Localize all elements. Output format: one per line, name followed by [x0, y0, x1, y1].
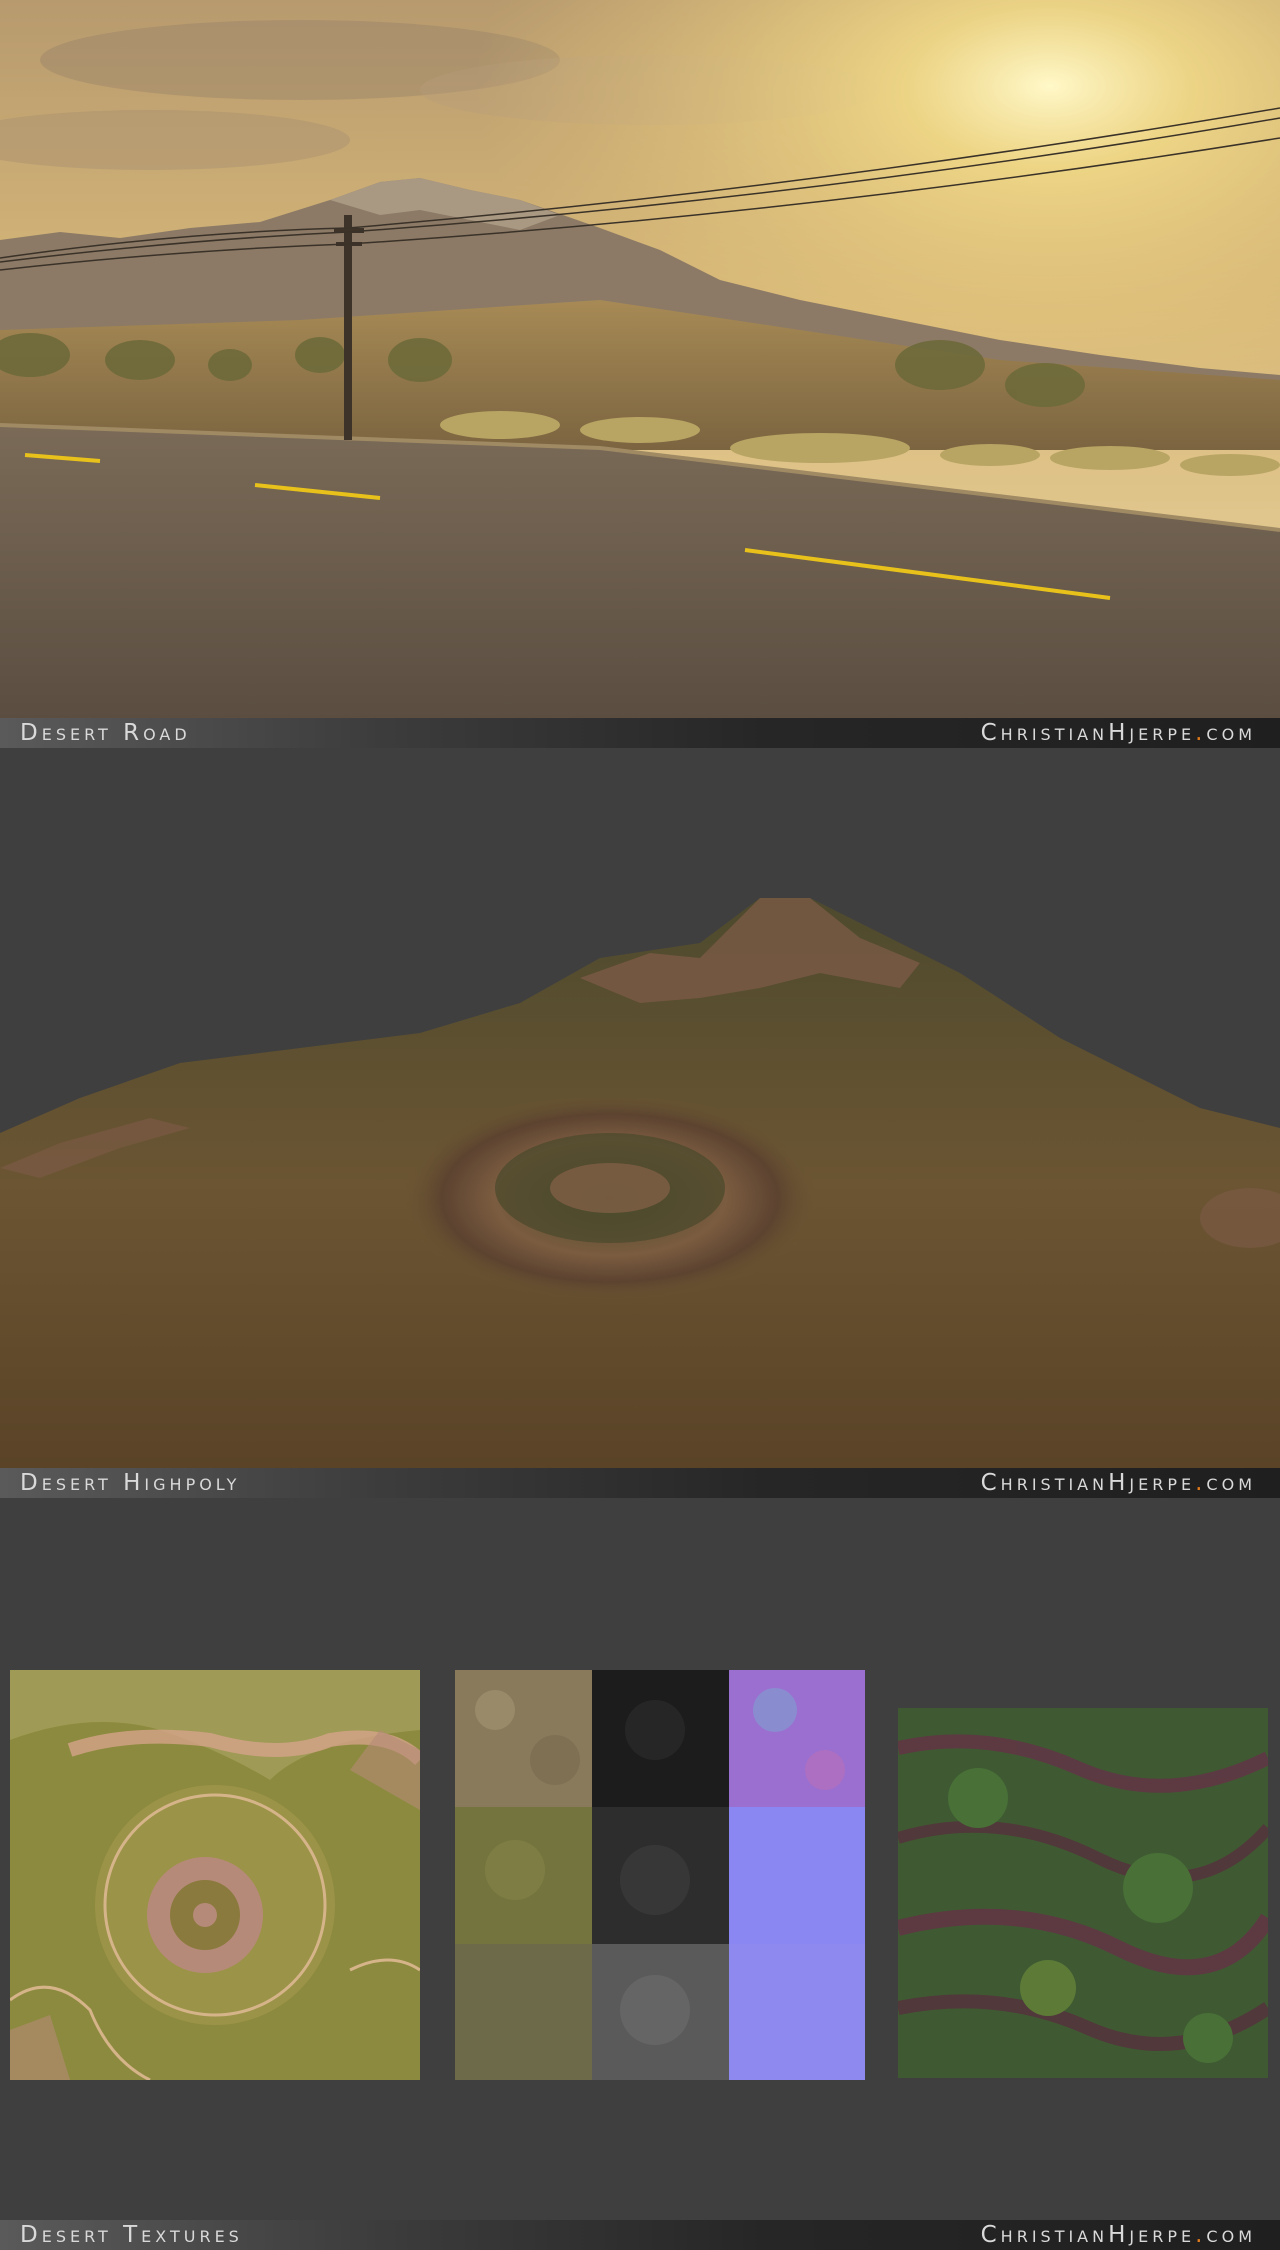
texture-tiles — [455, 1670, 865, 2080]
section-caption-bar: Desert Highpoly ChristianHjerpe.com — [0, 1468, 1280, 1498]
section-title: Desert Road — [20, 720, 191, 746]
site-watermark: ChristianHjerpe.com — [980, 1470, 1256, 1496]
section-caption-bar: Desert Textures ChristianHjerpe.com — [0, 2220, 1280, 2250]
site-watermark: ChristianHjerpe.com — [980, 720, 1256, 746]
terrain-colormap-texture — [10, 1670, 420, 2080]
desert-textures-panel — [0, 1498, 1280, 2220]
desert-road-render — [0, 0, 1280, 718]
texture-tile-grid — [455, 1670, 865, 2080]
highpoly-terrain-image — [0, 748, 1280, 1468]
desert-road-image — [0, 0, 1280, 718]
section-caption-bar: Desert Road ChristianHjerpe.com — [0, 718, 1280, 748]
section-title: Desert Highpoly — [20, 1470, 241, 1496]
section-title: Desert Textures — [20, 2222, 243, 2248]
noise-texture — [898, 1708, 1268, 2078]
desert-highpoly-render — [0, 748, 1280, 1468]
site-watermark: ChristianHjerpe.com — [980, 2222, 1256, 2248]
